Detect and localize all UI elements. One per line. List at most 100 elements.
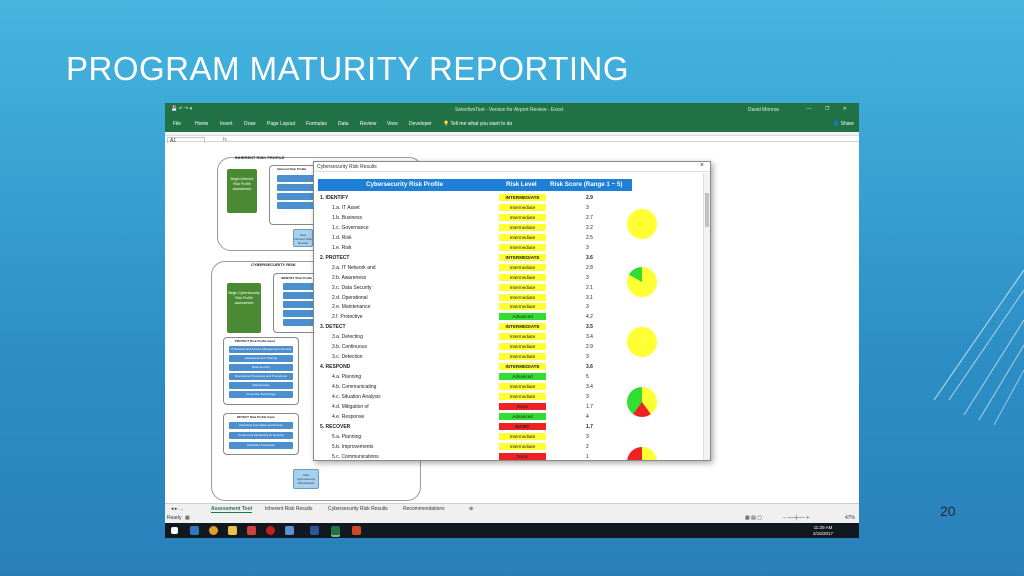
risk-level-badge: Intermediate	[499, 233, 546, 241]
tell-me-search[interactable]: 💡 Tell me what you want to do	[443, 121, 512, 127]
share-button[interactable]: 👤 Share	[833, 121, 854, 127]
risk-row: 1.b. Business Intermediate 2.7	[318, 213, 638, 223]
decorative-lines	[933, 269, 1024, 426]
sheet-nav-arrows[interactable]: ◂ ▸ …	[171, 506, 184, 512]
inherent-inputs-title: Inherent Risk Profile	[277, 167, 307, 171]
risk-row: 5. RECOVER BASIC 1.7	[318, 422, 638, 432]
windows-start-icon[interactable]	[171, 527, 178, 534]
detect-title: DETECT Risk Profile Input	[237, 415, 275, 419]
dialog-title: Cybersecurity Risk Results	[317, 164, 377, 170]
cybersecurity-risk-title: CYBERSECURITY RISK	[251, 262, 296, 267]
risk-score: 2.2	[586, 224, 593, 231]
protect-input-3[interactable]: Data Security	[229, 364, 293, 371]
detect-input-1[interactable]: Detecting Anomalies and Events	[229, 422, 293, 429]
protect-input-1[interactable]: IT Network and Access Management Securit…	[229, 346, 293, 353]
sheet-tab-recommendations[interactable]: Recommendations	[403, 506, 445, 512]
risk-row-label: 1. IDENTIFY	[320, 195, 349, 201]
sheet-tab-cybersecurity-risk-results[interactable]: Cybersecurity Risk Results	[328, 506, 388, 512]
sheet-tab-inherent-risk-results[interactable]: Inherent Risk Results	[265, 506, 313, 512]
ribbon-tab-draw[interactable]: Draw	[244, 121, 256, 127]
person-icon: 👤	[833, 121, 841, 127]
ribbon-tab-developer[interactable]: Developer	[409, 121, 432, 127]
sheet-tab-bar: ◂ ▸ … Assessment Tool Inherent Risk Resu…	[165, 503, 859, 515]
macro-record-icon[interactable]: ▦	[185, 515, 190, 521]
windows-taskbar: 11:39 AM 2/16/2017	[165, 523, 859, 538]
app-icon-1[interactable]	[247, 526, 256, 535]
identify-title: IDENTIFY Risk Profile	[281, 276, 312, 280]
protect-input-6[interactable]: Protective Technology	[229, 391, 293, 398]
ribbon-tab-insert[interactable]: Insert	[220, 121, 233, 127]
risk-level-badge: Intermediate	[499, 203, 546, 211]
ribbon-tab-home[interactable]: Home	[195, 121, 208, 127]
ribbon-tab-data[interactable]: Data	[338, 121, 349, 127]
lightbulb-icon: 💡	[443, 121, 451, 127]
ribbon-tab-file[interactable]: File	[173, 121, 181, 127]
edge-icon[interactable]	[190, 526, 199, 535]
begin-inherent-button[interactable]: Begin Inherent Risk Profile assessment	[227, 169, 257, 213]
window-controls[interactable]: — ❐ ✕	[807, 106, 853, 112]
sheet-tab-assessment-tool[interactable]: Assessment Tool	[211, 506, 253, 513]
app-icon-2[interactable]	[266, 526, 275, 535]
risk-row: 2.f. Protective Advanced 4.2	[318, 312, 638, 322]
risk-level-badge: INTERMEDIATE	[499, 323, 546, 331]
app-icon-3[interactable]	[285, 526, 294, 535]
detect-input-3[interactable]: Detection Processes	[229, 442, 293, 449]
add-sheet-icon[interactable]: ⊕	[469, 506, 473, 512]
risk-row: 4.d. Mitigation of Basic 1.7	[318, 402, 638, 412]
word-icon[interactable]	[310, 526, 319, 535]
risk-row: 4. RESPOND INTERMEDIATE 3.6	[318, 362, 638, 372]
share-label: Share	[840, 121, 854, 127]
risk-score: 3	[586, 433, 589, 440]
risk-level-badge: Intermediate	[499, 383, 546, 391]
risk-row: 4.a. Planning Advanced 5	[318, 372, 638, 382]
risk-level-badge: INTERMEDIATE	[499, 194, 546, 201]
powerpoint-icon[interactable]	[352, 526, 361, 535]
close-icon[interactable]: ×	[700, 162, 704, 169]
ribbon-tab-review[interactable]: Review	[360, 121, 376, 127]
risk-row: 1.c. Governance Intermediate 2.2	[318, 223, 638, 233]
risk-score: 3	[586, 244, 589, 251]
protect-input-4[interactable]: Operational Processes and Procedures	[229, 373, 293, 380]
identify-pie	[627, 209, 657, 239]
risk-row: 5.c. Communications Basic 1	[318, 452, 638, 460]
risk-score: 3	[586, 274, 589, 281]
file-explorer-icon[interactable]	[228, 526, 237, 535]
zoom-level[interactable]: 47%	[845, 515, 855, 521]
risk-level-badge: BASIC	[499, 422, 546, 430]
cybersecurity-risk-results-dialog: Cybersecurity Risk Results × Cybersecuri…	[313, 161, 711, 461]
ribbon-tab-formulas[interactable]: Formulas	[306, 121, 327, 127]
system-clock[interactable]: 11:39 AM 2/16/2017	[813, 525, 833, 537]
risk-row: 5.b. Improvements Intermediate 2	[318, 442, 638, 452]
formula-bar: A1 fx	[165, 132, 859, 144]
scrollbar-thumb[interactable]	[705, 193, 709, 227]
ribbon-tab-page-layout[interactable]: Page Layout	[267, 121, 295, 127]
vertical-scrollbar[interactable]	[703, 173, 710, 460]
risk-level-badge: Intermediate	[499, 432, 546, 440]
risk-row: 4.b. Communicating Intermediate 3.4	[318, 382, 638, 392]
ribbon-tab-view[interactable]: View	[387, 121, 398, 127]
risk-row-label: 4. RESPOND	[320, 364, 351, 371]
quick-access-toolbar[interactable]: 💾 ↶ ↷ ▾	[171, 106, 192, 112]
risk-row-label: 2.f. Protective	[332, 314, 363, 321]
view-inherent-results-button[interactable]: View Inherent Risk Results	[293, 229, 313, 247]
protect-input-5[interactable]: Maintenance	[229, 382, 293, 389]
protect-pie	[627, 267, 657, 297]
header-level: Risk Level	[506, 181, 537, 188]
risk-score: 2.9	[586, 195, 593, 201]
chrome-icon[interactable]	[209, 526, 218, 535]
risk-level-badge: Intermediate	[499, 303, 546, 311]
excel-taskbar-icon[interactable]	[331, 526, 340, 535]
view-cybersecurity-results-button[interactable]: View Cybersecurity Risk Results	[293, 469, 319, 489]
risk-score: 3	[586, 304, 589, 311]
begin-cybersecurity-button[interactable]: Begin Cybersecurity Risk Profile assessm…	[227, 283, 261, 333]
report-header: Cybersecurity Risk Profile Risk Level Ri…	[318, 179, 632, 191]
view-mode-icons[interactable]: ▦ ▤ ▢	[745, 515, 762, 521]
risk-row: 5.a. Planning Intermediate 3	[318, 432, 638, 442]
user-name[interactable]: David Monroe	[748, 107, 779, 113]
protect-input-2[interactable]: Awareness and Training	[229, 355, 293, 362]
risk-level-badge: Intermediate	[499, 442, 546, 450]
zoom-slider[interactable]: − ──┼── +	[783, 515, 809, 521]
risk-score: 1.7	[586, 403, 593, 410]
detect-input-2[interactable]: Continuous Monitoring for Security	[229, 432, 293, 439]
risk-level-badge: Intermediate	[499, 223, 546, 231]
